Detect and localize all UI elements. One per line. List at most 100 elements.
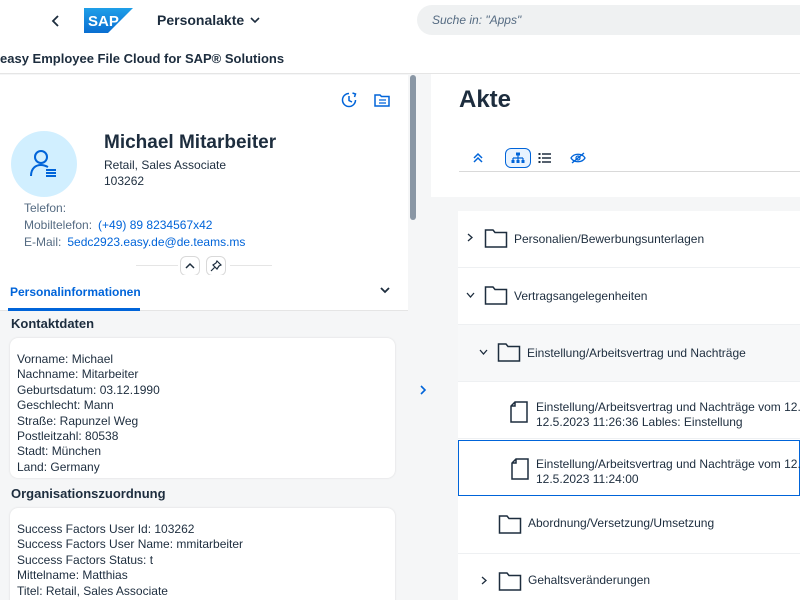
file-header: Akte [431, 74, 800, 197]
back-button[interactable] [46, 11, 66, 31]
tab-bar: Personalinformationen [0, 275, 408, 311]
chevron-down-icon[interactable] [479, 347, 488, 358]
organisationszuordnung-card: Success Factors User Id: 103262 Success … [10, 508, 395, 600]
tree-node-detail: 12.5.2023 11:24:00 [536, 472, 639, 486]
chevron-down-icon [250, 17, 260, 24]
folder-icon [498, 513, 522, 540]
tree-node-label: Personalien/Bewerbungsunterlagen [514, 232, 705, 246]
email-label: E-Mail: [24, 235, 62, 249]
employee-header: Michael Mitarbeiter Retail, Sales Associ… [0, 75, 408, 311]
app-title: Personalakte [157, 12, 245, 28]
mobile-row: Mobiltelefon: (+49) 89 8234567x42 [24, 218, 212, 232]
employee-role: Retail, Sales Associate [104, 158, 227, 172]
field-row: Mittelname: Matthias [17, 568, 128, 583]
employee-id: 103262 [104, 174, 145, 188]
phone-label: Telefon: [24, 201, 67, 215]
field-row: Postleitzahl: 80538 [17, 429, 119, 444]
folder-icon [484, 227, 508, 254]
collapse-all-button[interactable] [465, 148, 491, 168]
kontaktdaten-card: Vorname: Michael Nachname: Mitarbeiter G… [10, 338, 395, 478]
folder-icon [484, 284, 508, 311]
file-pane: Akte Personalien/Bewerbungsunterlagen Ve… [431, 74, 800, 600]
expand-pane-button[interactable] [419, 384, 427, 398]
tree-node-document[interactable]: Einstellung/Arbeitsvertrag und Nachträge… [458, 382, 800, 439]
app-title-menu[interactable]: Personalakte [157, 12, 260, 28]
chevron-up-icon [185, 262, 195, 269]
email-row: E-Mail: 5edc2923.easy.de@de.teams.ms [24, 235, 245, 249]
field-row: Titel: Retail, Sales Associate [17, 583, 168, 598]
chevron-left-icon [51, 15, 59, 27]
eye-hidden-icon [570, 152, 586, 164]
tree-node-label: Einstellung/Arbeitsvertrag und Nachträge [527, 346, 746, 360]
folder-list-icon[interactable] [373, 91, 391, 109]
splitter[interactable] [417, 74, 431, 600]
field-row: Nachname: Mitarbeiter [17, 367, 139, 382]
scrollbar-thumb[interactable] [410, 75, 416, 220]
list-icon [538, 153, 551, 163]
document-icon [511, 458, 529, 485]
tree-node-label: Einstellung/Arbeitsvertrag und Nachträge… [536, 400, 800, 414]
user-icon [30, 150, 56, 177]
hierarchy-icon [511, 152, 525, 163]
product-title: easy Employee File Cloud for SAP® Soluti… [0, 51, 285, 66]
avatar [11, 131, 77, 197]
chevron-down-icon[interactable] [466, 290, 475, 301]
collapse-all-icon [473, 152, 483, 163]
history-icon[interactable] [340, 91, 358, 109]
hide-button[interactable] [565, 148, 591, 168]
tree-node-folder[interactable]: Abordnung/Versetzung/Umsetzung [458, 497, 800, 554]
divider [230, 265, 272, 266]
mobile-label: Mobiltelefon: [24, 218, 93, 232]
search-placeholder: Suche in: "Apps" [432, 13, 522, 27]
file-tree: Personalien/Bewerbungsunterlagen Vertrag… [458, 211, 800, 600]
employee-name: Michael Mitarbeiter [104, 132, 277, 153]
tree-node-folder[interactable]: Gehaltsveränderungen [458, 554, 800, 600]
chevron-right-icon [420, 385, 427, 395]
shell-bar: SAP Personalakte Suche in: "Apps" [0, 0, 800, 42]
folder-icon [497, 341, 521, 368]
chevron-right-icon[interactable] [481, 576, 487, 588]
toolbar-divider [459, 171, 800, 172]
field-row: Success Factors Status: t [17, 552, 154, 567]
employee-pane: Michael Mitarbeiter Retail, Sales Associ… [0, 75, 408, 600]
tree-node-detail: 12.5.2023 11:26:36 Lables: Einstellung [536, 415, 743, 429]
field-row: Success Factors User Name: mmitarbeiter [17, 537, 244, 552]
header-collapse-row [136, 256, 272, 276]
chevron-down-icon [380, 287, 390, 294]
tab-personalinformationen[interactable]: Personalinformationen [10, 285, 141, 299]
section-title-organisationszuordnung: Organisationszuordnung [11, 486, 166, 501]
file-title: Akte [459, 86, 512, 113]
field-row: Vorname: Michael [17, 352, 114, 366]
email-link[interactable]: 5edc2923.easy.de@de.teams.ms [67, 235, 245, 249]
pin-icon [210, 260, 222, 272]
tree-node-document-selected[interactable]: Einstellung/Arbeitsvertrag und Nachträge… [458, 440, 800, 496]
list-view-button[interactable] [532, 148, 558, 168]
field-row: Land: Germany [17, 459, 100, 474]
field-row: Geschlecht: Mann [17, 398, 114, 413]
pin-header-button[interactable] [206, 256, 226, 276]
chevron-right-icon[interactable] [467, 233, 473, 245]
search-input[interactable]: Suche in: "Apps" [417, 5, 800, 35]
collapse-header-button[interactable] [180, 256, 200, 276]
tree-node-label: Vertragsangelegenheiten [514, 289, 648, 303]
tree-node-label: Abordnung/Versetzung/Umsetzung [528, 516, 715, 530]
tree-node-folder[interactable]: Einstellung/Arbeitsvertrag und Nachträge [458, 325, 800, 382]
tree-node-folder[interactable]: Vertragsangelegenheiten [458, 268, 800, 325]
field-row: Stadt: München [17, 444, 102, 459]
active-tab-indicator [8, 308, 140, 311]
field-row: Straße: Rapunzel Weg [17, 413, 139, 428]
document-icon [510, 401, 528, 428]
field-row: Success Factors User Id: 103262 [17, 522, 195, 536]
svg-text:SAP: SAP [88, 13, 119, 30]
tree-node-label: Einstellung/Arbeitsvertrag und Nachträge… [536, 457, 800, 471]
field-row: Geburtsdatum: 03.12.1990 [17, 382, 160, 397]
tree-view-button[interactable] [505, 148, 531, 168]
tree-node-label: Gehaltsveränderungen [528, 573, 651, 587]
subheader: easy Employee File Cloud for SAP® Soluti… [0, 42, 800, 74]
mobile-link[interactable]: (+49) 89 8234567x42 [98, 218, 212, 232]
phone-row: Telefon: [24, 201, 66, 215]
more-tabs-button[interactable] [380, 283, 390, 297]
folder-icon [498, 570, 522, 597]
sap-logo[interactable]: SAP [84, 8, 133, 33]
tree-node-folder[interactable]: Personalien/Bewerbungsunterlagen [458, 211, 800, 268]
